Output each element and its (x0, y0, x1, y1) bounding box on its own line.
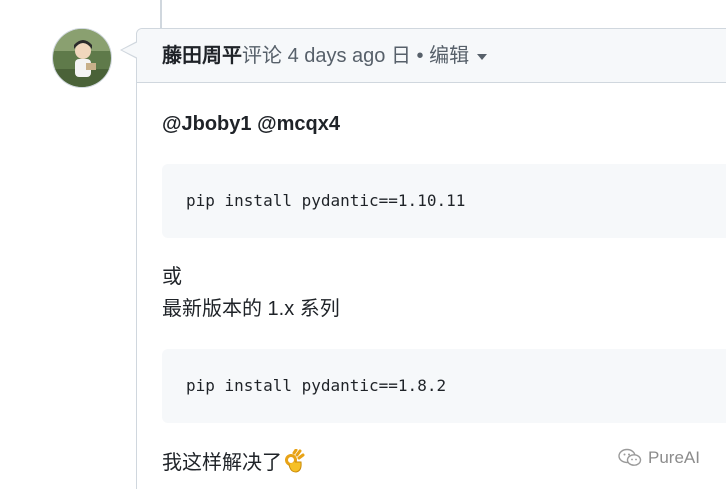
comment-header: 藤田周平评论 4 days ago 日 • 编辑 (137, 29, 726, 83)
comment-time[interactable]: 4 days ago (288, 45, 386, 67)
comment-arrow-inner (122, 42, 138, 58)
code-line-2: pip install pydantic==1.8.2 (186, 376, 447, 395)
avatar[interactable] (52, 28, 112, 88)
watermark-text: PureAI (648, 448, 700, 467)
text-solved: 我这样解决了 (162, 452, 282, 474)
text-latest: 最新版本的 1.x 系列 (162, 298, 340, 320)
chevron-down-icon (477, 54, 488, 60)
ok-hand-emoji-icon (285, 449, 305, 473)
text-or: 或 (162, 266, 182, 288)
watermark: PureAI (618, 448, 700, 468)
edit-history-button[interactable]: 编辑 (429, 45, 488, 67)
edit-label: 编辑 (429, 45, 470, 67)
comment-header-text: 藤田周平评论 4 days ago 日 • 编辑 (162, 43, 488, 69)
date-suffix: 日 (390, 45, 411, 67)
timeline-line (160, 0, 162, 30)
wechat-icon (618, 448, 642, 466)
comment-page: 藤田周平评论 4 days ago 日 • 编辑 @Jboby1 @mcqx4 … (0, 0, 726, 489)
comment-box: 藤田周平评论 4 days ago 日 • 编辑 @Jboby1 @mcqx4 … (120, 28, 726, 489)
text-solved-line: 我这样解决了 (162, 447, 305, 479)
code-block-1: pip install pydantic==1.10.11 (162, 164, 726, 238)
separator: • (416, 45, 424, 67)
code-line-1: pip install pydantic==1.10.11 (186, 191, 466, 210)
code-block-2: pip install pydantic==1.8.2 (162, 349, 726, 423)
author-name[interactable]: 藤田周平 (162, 45, 242, 67)
comment-action: 评论 (242, 45, 282, 67)
mentions[interactable]: @Jboby1 @mcqx4 (162, 113, 340, 136)
avatar-image (53, 29, 111, 87)
